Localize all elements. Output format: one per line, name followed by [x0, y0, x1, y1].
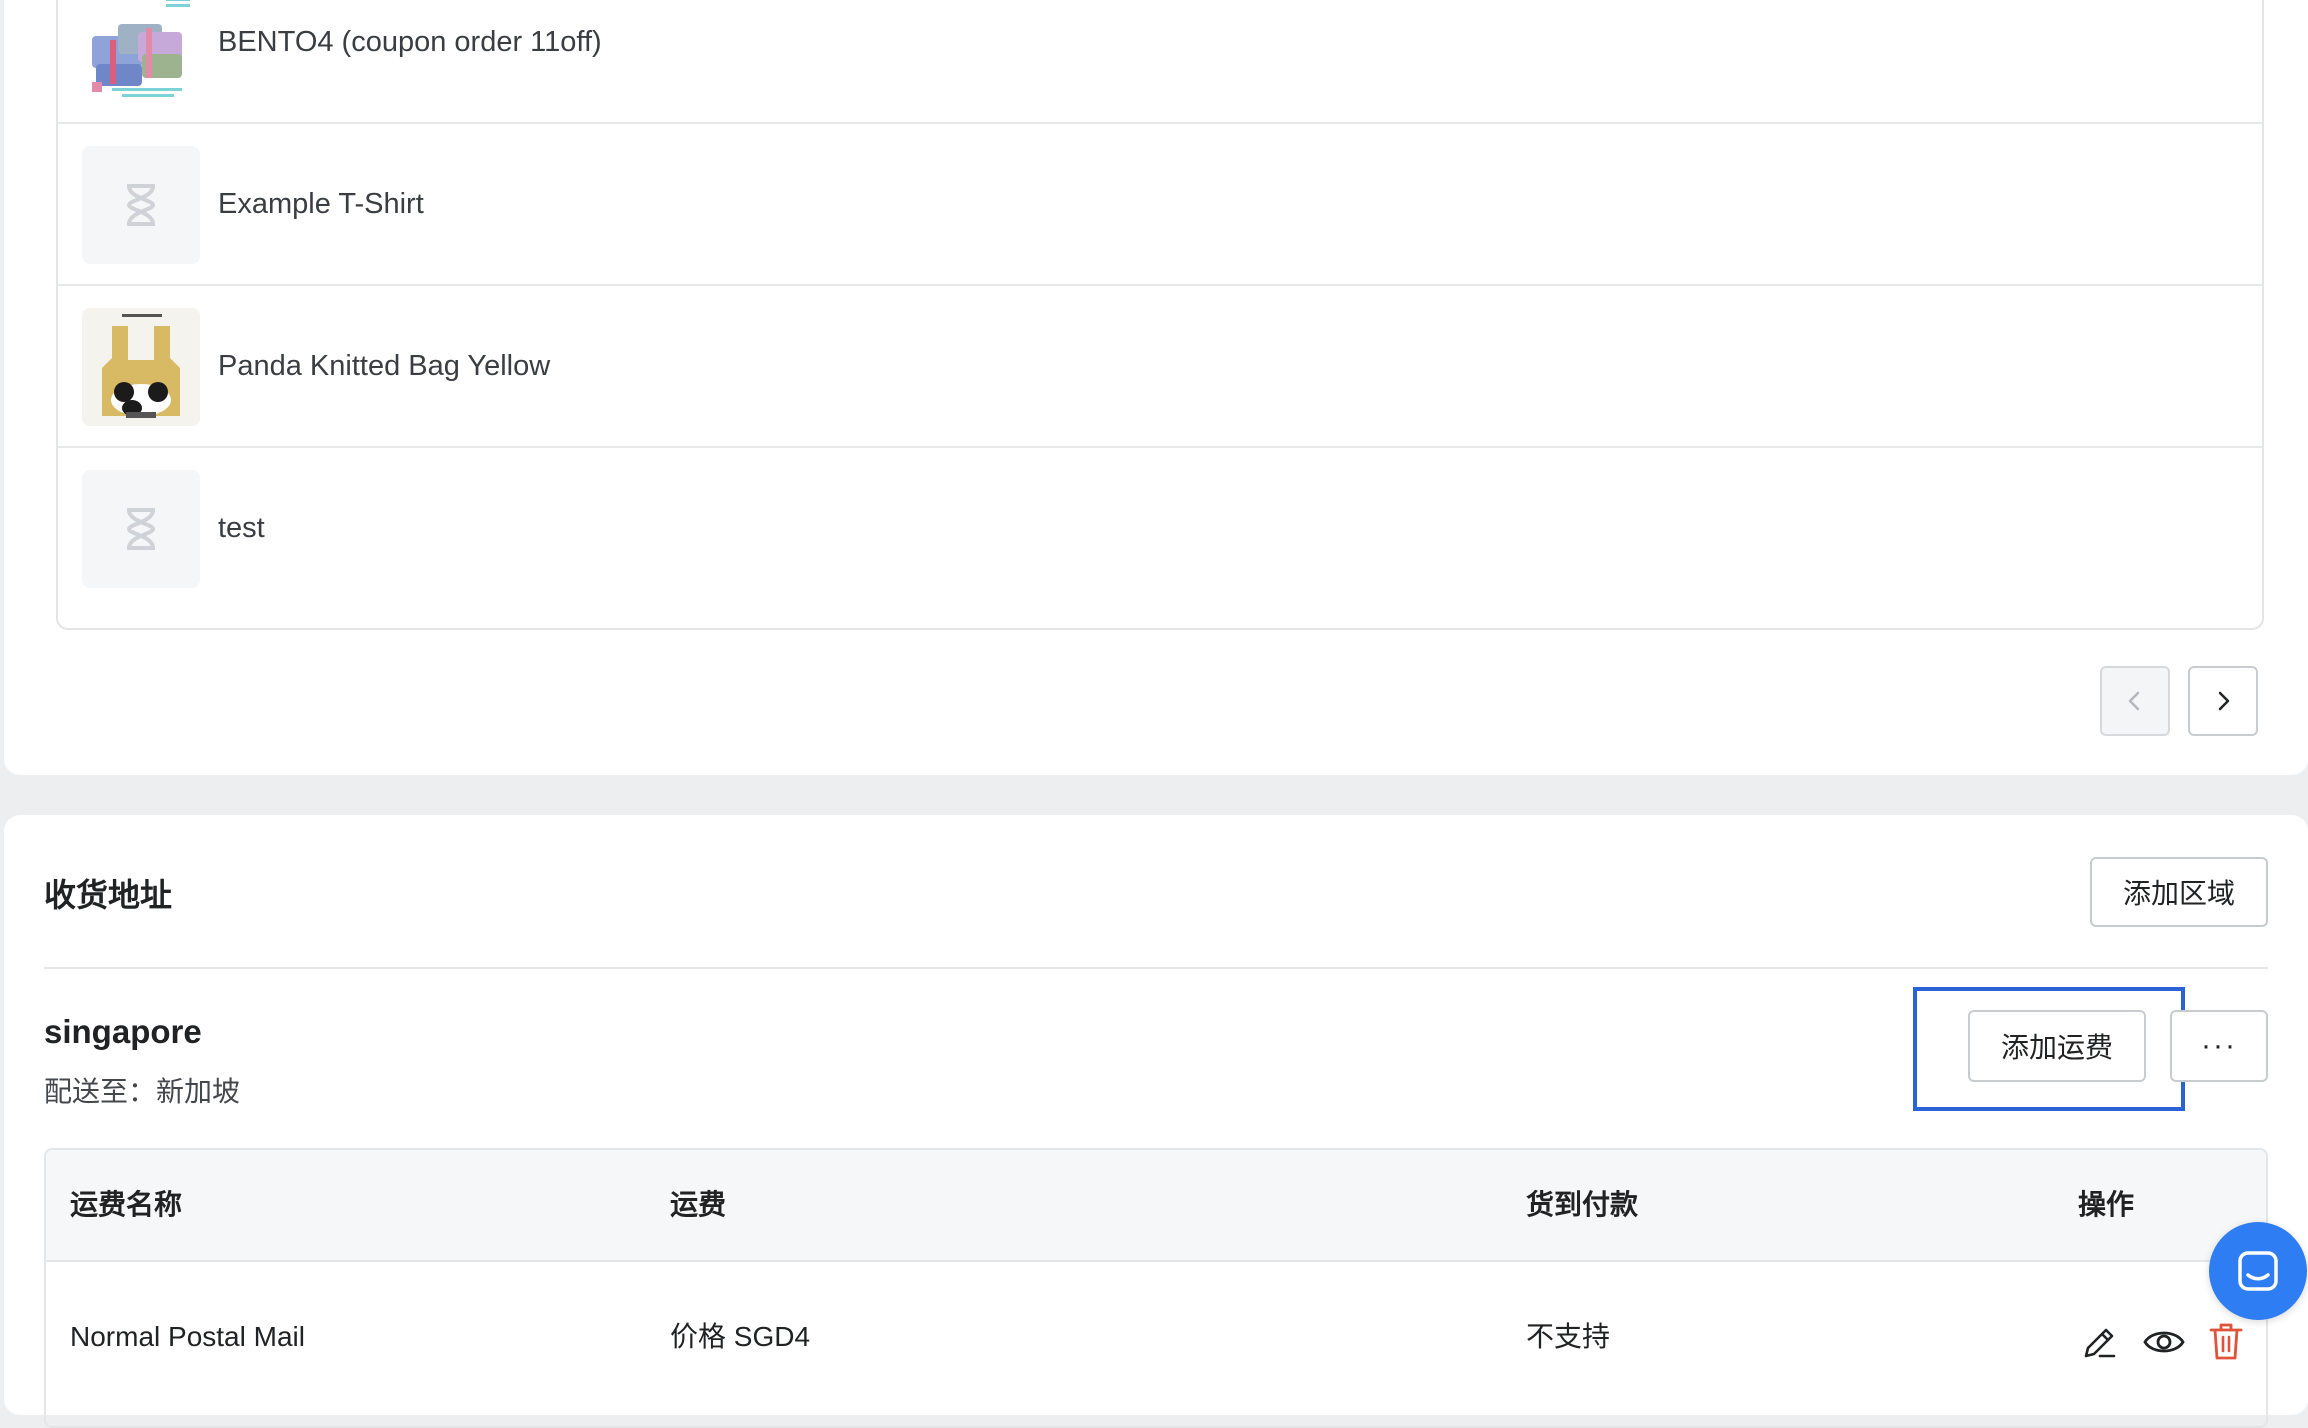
product-name: test	[218, 512, 265, 544]
product-name: BENTO4 (coupon order 11off)	[218, 26, 602, 58]
chevron-left-icon	[2128, 691, 2140, 711]
hourglass-placeholder-icon	[127, 508, 155, 550]
list-item[interactable]: test	[58, 448, 2262, 610]
zone-name: singapore	[44, 1013, 202, 1050]
section-title: 收货地址	[44, 877, 173, 913]
chevron-right-icon	[2218, 691, 2230, 711]
list-item[interactable]: Example T-Shirt	[58, 124, 2262, 286]
product-list-card: BENTO4 (coupon order 11off) Example T-Sh…	[4, 0, 2308, 775]
rates-table: 运费名称 运费 货到付款 操作 Normal Postal Mail 价格 SG…	[44, 1148, 2268, 1428]
chat-icon	[2238, 1251, 2278, 1291]
column-header-cod: 货到付款	[1526, 1189, 1639, 1220]
product-name: Panda Knitted Bag Yellow	[218, 350, 551, 382]
column-header-rate: 运费	[670, 1189, 727, 1220]
product-thumbnail	[82, 308, 200, 426]
pagination-next-button[interactable]	[2188, 666, 2258, 736]
zone-destination-value: 新加坡	[156, 1076, 241, 1107]
table-header: 运费名称 运费 货到付款 操作	[46, 1150, 2266, 1262]
product-name: Example T-Shirt	[218, 188, 424, 220]
panda-bag-photo-icon	[82, 308, 200, 426]
list-item[interactable]: BENTO4 (coupon order 11off)	[58, 0, 2262, 124]
product-list: BENTO4 (coupon order 11off) Example T-Sh…	[56, 0, 2264, 630]
product-thumbnail	[82, 0, 200, 102]
column-header-rate-name: 运费名称	[70, 1189, 183, 1220]
product-thumbnail	[82, 470, 200, 588]
zone-destination-label: 配送至：	[44, 1076, 157, 1107]
chat-launcher-button[interactable]	[2209, 1222, 2307, 1320]
bento-box-photo-icon	[82, 0, 200, 102]
product-thumbnail	[82, 146, 200, 264]
add-zone-button[interactable]: 添加区域	[2090, 857, 2268, 927]
delete-icon[interactable]	[2206, 1320, 2246, 1362]
hourglass-placeholder-icon	[127, 184, 155, 226]
view-icon[interactable]	[2142, 1324, 2186, 1360]
list-item[interactable]: Panda Knitted Bag Yellow	[58, 286, 2262, 448]
column-header-actions: 操作	[2078, 1189, 2135, 1220]
edit-icon[interactable]	[2080, 1322, 2120, 1362]
more-actions-button[interactable]: ···	[2170, 1010, 2268, 1082]
shipping-zones-card: 收货地址 添加区域 singapore 配送至：新加坡 添加运费 ··· 运费名…	[4, 815, 2308, 1428]
divider	[44, 967, 2268, 969]
add-rate-button[interactable]: 添加运费	[1968, 1010, 2146, 1082]
zone-destination: 配送至：新加坡	[44, 1070, 240, 1110]
pagination-prev-button[interactable]	[2100, 666, 2170, 736]
